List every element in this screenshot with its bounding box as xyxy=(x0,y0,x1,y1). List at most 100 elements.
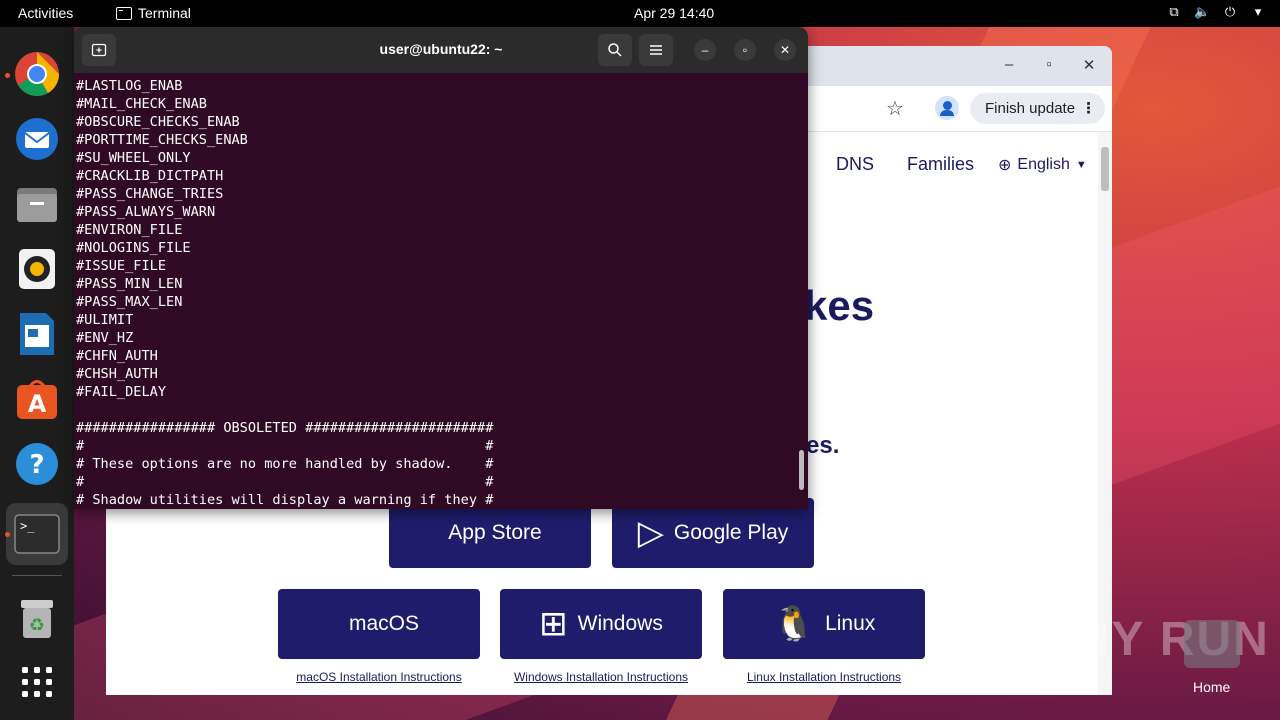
power-icon: ⏻ xyxy=(1224,4,1236,19)
home-folder-icon[interactable] xyxy=(1184,620,1240,668)
clock[interactable]: Apr 29 14:40 xyxy=(634,5,714,21)
app-store-label: App Store xyxy=(448,521,542,544)
terminal-icon xyxy=(116,6,132,20)
svg-text:?: ? xyxy=(29,450,44,480)
terminal-line: #NOLOGINS_FILE xyxy=(76,240,191,256)
hamburger-icon xyxy=(650,45,662,55)
play-icon: ▷ xyxy=(637,514,664,552)
running-indicator xyxy=(5,532,10,537)
more-menu-icon: ⋮ xyxy=(1081,100,1096,117)
maximize-button[interactable]: ▫ xyxy=(734,39,756,61)
dock-files[interactable] xyxy=(12,179,62,229)
terminal-line: ################# OBSOLETED ############… xyxy=(76,420,494,436)
dock-separator xyxy=(12,575,62,576)
nav-link-families[interactable]: Families xyxy=(907,154,974,175)
macos-instructions-link[interactable]: macOS Installation Instructions xyxy=(259,670,499,684)
windows-icon: ⊞ xyxy=(539,605,568,643)
terminal-line: #ISSUE_FILE xyxy=(76,258,167,274)
dock-rhythmbox[interactable] xyxy=(12,244,62,294)
terminal-output[interactable]: #LASTLOG_ENAB #MAIL_CHECK_ENAB #OBSCURE_CH… xyxy=(76,77,796,509)
terminal-headerbar: user@ubuntu22: ~ – ▫ ✕ xyxy=(74,27,808,73)
terminal-line: #FAIL_DELAY xyxy=(76,384,167,400)
svg-text:A: A xyxy=(28,390,47,418)
language-label: English xyxy=(1017,156,1070,173)
search-icon xyxy=(608,43,622,57)
finish-update-label: Finish update xyxy=(985,100,1076,117)
activities-button[interactable]: Activities xyxy=(18,5,73,21)
macos-button[interactable]: macOS xyxy=(278,589,480,659)
menu-button[interactable] xyxy=(639,34,673,66)
terminal-line: # Shadow utilities will display a warnin… xyxy=(76,492,494,508)
terminal-line: #CHSH_AUTH xyxy=(76,366,158,382)
volume-icon: 🔈 xyxy=(1194,4,1211,19)
terminal-line: #SU_WHEEL_ONLY xyxy=(76,150,191,166)
network-icon: ⧉ xyxy=(1169,4,1179,19)
app-center-icon: A xyxy=(17,380,57,419)
terminal-line: #CHFN_AUTH xyxy=(76,348,158,364)
terminal-line: #PORTTIME_CHECKS_ENAB xyxy=(76,132,248,148)
dock-help[interactable]: ? xyxy=(12,439,62,489)
app-menu[interactable]: Terminal xyxy=(116,5,191,21)
terminal-line: #ENVIRON_FILE xyxy=(76,222,183,238)
top-bar: Activities Terminal Apr 29 14:40 ⧉ 🔈 ⏻ ▾ xyxy=(0,0,1280,27)
rhythmbox-icon xyxy=(19,249,55,289)
svg-text:>_: >_ xyxy=(20,519,35,533)
windows-button[interactable]: ⊞ Windows xyxy=(500,589,702,659)
terminal-line: # These options are no more handled by s… xyxy=(76,456,494,472)
minimize-button[interactable]: – xyxy=(694,39,716,61)
nav-link-dns[interactable]: DNS xyxy=(836,154,874,175)
scrollbar-thumb[interactable] xyxy=(1101,147,1109,191)
page-scrollbar[interactable] xyxy=(1098,132,1112,695)
running-indicator xyxy=(5,73,10,78)
dock-writer[interactable] xyxy=(12,309,62,359)
dock: A ? >_ ♻ xyxy=(0,27,74,720)
terminal-line: #OBSCURE_CHECKS_ENAB xyxy=(76,114,240,130)
dock-terminal[interactable]: >_ xyxy=(12,509,62,559)
close-button[interactable]: ✕ xyxy=(1079,56,1099,74)
windows-instructions-link[interactable]: Windows Installation Instructions xyxy=(481,670,721,684)
writer-icon xyxy=(20,313,54,355)
close-button[interactable]: ✕ xyxy=(774,39,796,61)
linux-instructions-link[interactable]: Linux Installation Instructions xyxy=(704,670,944,684)
terminal-line: #PASS_MIN_LEN xyxy=(76,276,183,292)
terminal-line: #CRACKLIB_DICTPATH xyxy=(76,168,224,184)
terminal-icon: >_ xyxy=(14,514,60,554)
terminal-line: #PASS_MAX_LEN xyxy=(76,294,183,310)
chrome-icon xyxy=(15,52,59,96)
home-label: Home xyxy=(1193,679,1231,695)
dock-chrome[interactable] xyxy=(12,49,62,99)
dock-thunderbird[interactable] xyxy=(12,114,62,164)
thunderbird-icon xyxy=(16,118,58,160)
app-grid-icon xyxy=(22,667,52,697)
macos-label: macOS xyxy=(348,612,419,635)
minimize-button[interactable]: – xyxy=(999,56,1019,73)
globe-icon: ⊕ xyxy=(998,157,1012,174)
app-menu-label: Terminal xyxy=(138,5,191,21)
terminal-window: user@ubuntu22: ~ – ▫ ✕ #LASTLOG_ENAB #MAI… xyxy=(74,27,808,509)
google-play-label: Google Play xyxy=(673,521,789,544)
dock-app-center[interactable]: A xyxy=(12,374,62,424)
terminal-line: # # xyxy=(76,438,494,454)
hero-subheading: es. xyxy=(806,432,840,459)
maximize-button[interactable]: ▫ xyxy=(1039,56,1059,73)
terminal-line: #ULIMIT xyxy=(76,312,134,328)
terminal-line: #PASS_CHANGE_TRIES xyxy=(76,186,224,202)
terminal-line: #PASS_ALWAYS_WARN xyxy=(76,204,216,220)
caret-down-icon: ▼ xyxy=(1075,159,1087,171)
files-icon xyxy=(17,188,57,222)
search-button[interactable] xyxy=(598,34,632,66)
dock-app-grid[interactable] xyxy=(12,657,62,707)
terminal-line: #LASTLOG_ENAB xyxy=(76,78,183,94)
chevron-down-icon: ▾ xyxy=(1254,4,1262,19)
profile-icon[interactable] xyxy=(935,96,959,120)
system-tray[interactable]: ⧉ 🔈 ⏻ ▾ xyxy=(1166,4,1266,20)
language-selector[interactable]: ⊕ English ▼ xyxy=(998,155,1087,175)
penguin-icon: 🐧 xyxy=(772,605,816,643)
svg-text:♻: ♻ xyxy=(29,615,45,636)
linux-button[interactable]: 🐧 Linux xyxy=(723,589,925,659)
dock-trash[interactable]: ♻ xyxy=(12,593,62,643)
bookmark-star-icon[interactable]: ☆ xyxy=(886,96,904,121)
terminal-scrollbar[interactable] xyxy=(799,450,804,490)
finish-update-button[interactable]: Finish update ⋮ xyxy=(970,93,1106,124)
